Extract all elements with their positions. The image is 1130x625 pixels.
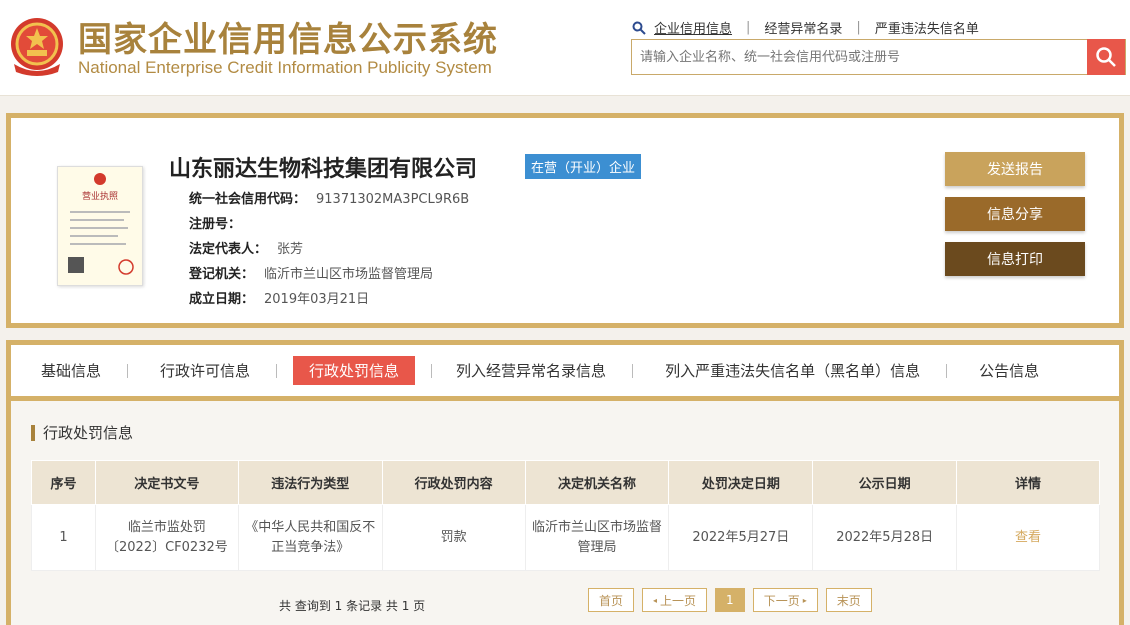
prev-page-button[interactable]: ◂ 上一页 <box>642 588 708 612</box>
site-subtitle: National Enterprise Credit Information P… <box>78 58 492 77</box>
tab-announcements[interactable]: 公告信息 <box>963 356 1055 385</box>
license-graphic: 营业执照 <box>68 173 134 275</box>
send-report-button[interactable]: 发送报告 <box>945 152 1085 186</box>
table-row: 1 临兰市监处罚〔2022〕CF0232号 《中华人民共和国反不正当竞争法》 罚… <box>31 504 1100 571</box>
info-panel: 基础信息 行政许可信息 行政处罚信息 列入经营异常名录信息 列入严重违法失信名单… <box>6 340 1124 625</box>
cell-authority: 临沂市兰山区市场监督管理局 <box>524 504 670 571</box>
penalty-table: 序号 决定书文号 违法行为类型 行政处罚内容 决定机关名称 处罚决定日期 公示日… <box>31 460 1100 571</box>
status-badge: 在营（开业）企业 <box>525 154 642 179</box>
license-title: 营业执照 <box>82 190 118 202</box>
business-license-image: 营业执照 <box>57 166 143 286</box>
share-info-button[interactable]: 信息分享 <box>945 197 1085 231</box>
site-header: 国家企业信用信息公示系统 National Enterprise Credit … <box>0 0 1130 96</box>
search-box <box>631 39 1126 75</box>
chevron-right-icon: ▸ <box>802 595 807 605</box>
section-title: 行政处罚信息 <box>31 425 133 441</box>
table-header-row: 序号 决定书文号 违法行为类型 行政处罚内容 决定机关名称 处罚决定日期 公示日… <box>31 460 1100 505</box>
nav-separator: | <box>746 20 751 35</box>
col-authority: 决定机关名称 <box>524 460 670 505</box>
view-detail-link[interactable]: 查看 <box>1015 530 1041 545</box>
tab-separator <box>632 363 634 378</box>
field-reg-number: 注册号： <box>189 217 242 232</box>
search-icon <box>1096 47 1116 67</box>
col-violation-type: 违法行为类型 <box>237 460 383 505</box>
company-card: 营业执照 山东丽达生物科技集团有限公司 在营（开业）企业 统一社会信用代码： 91… <box>6 113 1124 328</box>
col-decision-no: 决定书文号 <box>94 460 239 505</box>
last-page-button[interactable]: 末页 <box>825 588 872 612</box>
page-number-1[interactable]: 1 <box>715 588 745 612</box>
tab-separator <box>276 363 278 378</box>
nav-separator: | <box>856 20 861 35</box>
cell-decision-no: 临兰市监处罚〔2022〕CF0232号 <box>94 504 239 571</box>
total-records: 共 查询到 1 条记录 共 1 页 <box>279 599 426 613</box>
field-credit-code: 统一社会信用代码： 91371302MA3PCL9R6B <box>189 192 470 207</box>
tab-blacklist[interactable]: 列入严重违法失信名单（黑名单）信息 <box>649 356 936 385</box>
next-page-button[interactable]: 下一页 ▸ <box>752 588 818 612</box>
col-penalty-content: 行政处罚内容 <box>381 460 526 505</box>
search-icon <box>632 21 646 35</box>
col-decision-date: 处罚决定日期 <box>668 460 814 505</box>
top-nav: 企业信用信息 | 经营异常名录 | 严重违法失信名单 <box>632 18 979 37</box>
first-page-button[interactable]: 首页 <box>588 588 635 612</box>
nav-abnormal-list[interactable]: 经营异常名录 <box>764 18 842 37</box>
col-publish-date: 公示日期 <box>812 460 958 505</box>
company-name: 山东丽达生物科技集团有限公司 <box>169 157 478 182</box>
cell-index: 1 <box>31 504 96 571</box>
field-established: 成立日期： 2019年03月21日 <box>189 292 370 307</box>
search-button[interactable] <box>1087 39 1125 75</box>
penalty-section: 行政处罚信息 序号 决定书文号 违法行为类型 行政处罚内容 决定机关名称 处罚决… <box>11 401 1119 625</box>
field-legal-rep: 法定代表人： 张芳 <box>189 242 304 257</box>
tab-basic-info[interactable]: 基础信息 <box>25 356 117 385</box>
field-authority: 登记机关： 临沂市兰山区市场监督管理局 <box>189 267 434 282</box>
cell-decision-date: 2022年5月27日 <box>668 504 814 571</box>
cell-violation-type: 《中华人民共和国反不正当竞争法》 <box>237 504 383 571</box>
col-index: 序号 <box>31 460 96 505</box>
tab-separator <box>127 363 129 378</box>
cell-detail: 查看 <box>956 504 1100 571</box>
tab-bar: 基础信息 行政许可信息 行政处罚信息 列入经营异常名录信息 列入严重违法失信名单… <box>11 345 1119 401</box>
cell-penalty-content: 罚款 <box>381 504 526 571</box>
cell-publish-date: 2022年5月28日 <box>812 504 958 571</box>
site-title: 国家企业信用信息公示系统 <box>78 20 498 60</box>
tab-separator <box>431 363 433 378</box>
col-detail: 详情 <box>956 460 1100 505</box>
nav-blacklist[interactable]: 严重违法失信名单 <box>875 18 979 37</box>
tab-license-info[interactable]: 行政许可信息 <box>144 356 266 385</box>
tab-penalty-info[interactable]: 行政处罚信息 <box>293 356 416 385</box>
tab-separator <box>946 363 948 378</box>
search-input[interactable] <box>632 40 1088 74</box>
nav-credit-info[interactable]: 企业信用信息 <box>654 18 732 37</box>
national-emblem-icon <box>11 18 63 76</box>
pagination: 首页 ◂ 上一页 1 下一页 ▸ 末页 <box>588 588 880 612</box>
print-info-button[interactable]: 信息打印 <box>945 242 1085 276</box>
chevron-left-icon: ◂ <box>653 595 658 605</box>
tab-abnormal-list[interactable]: 列入经营异常名录信息 <box>440 356 622 385</box>
